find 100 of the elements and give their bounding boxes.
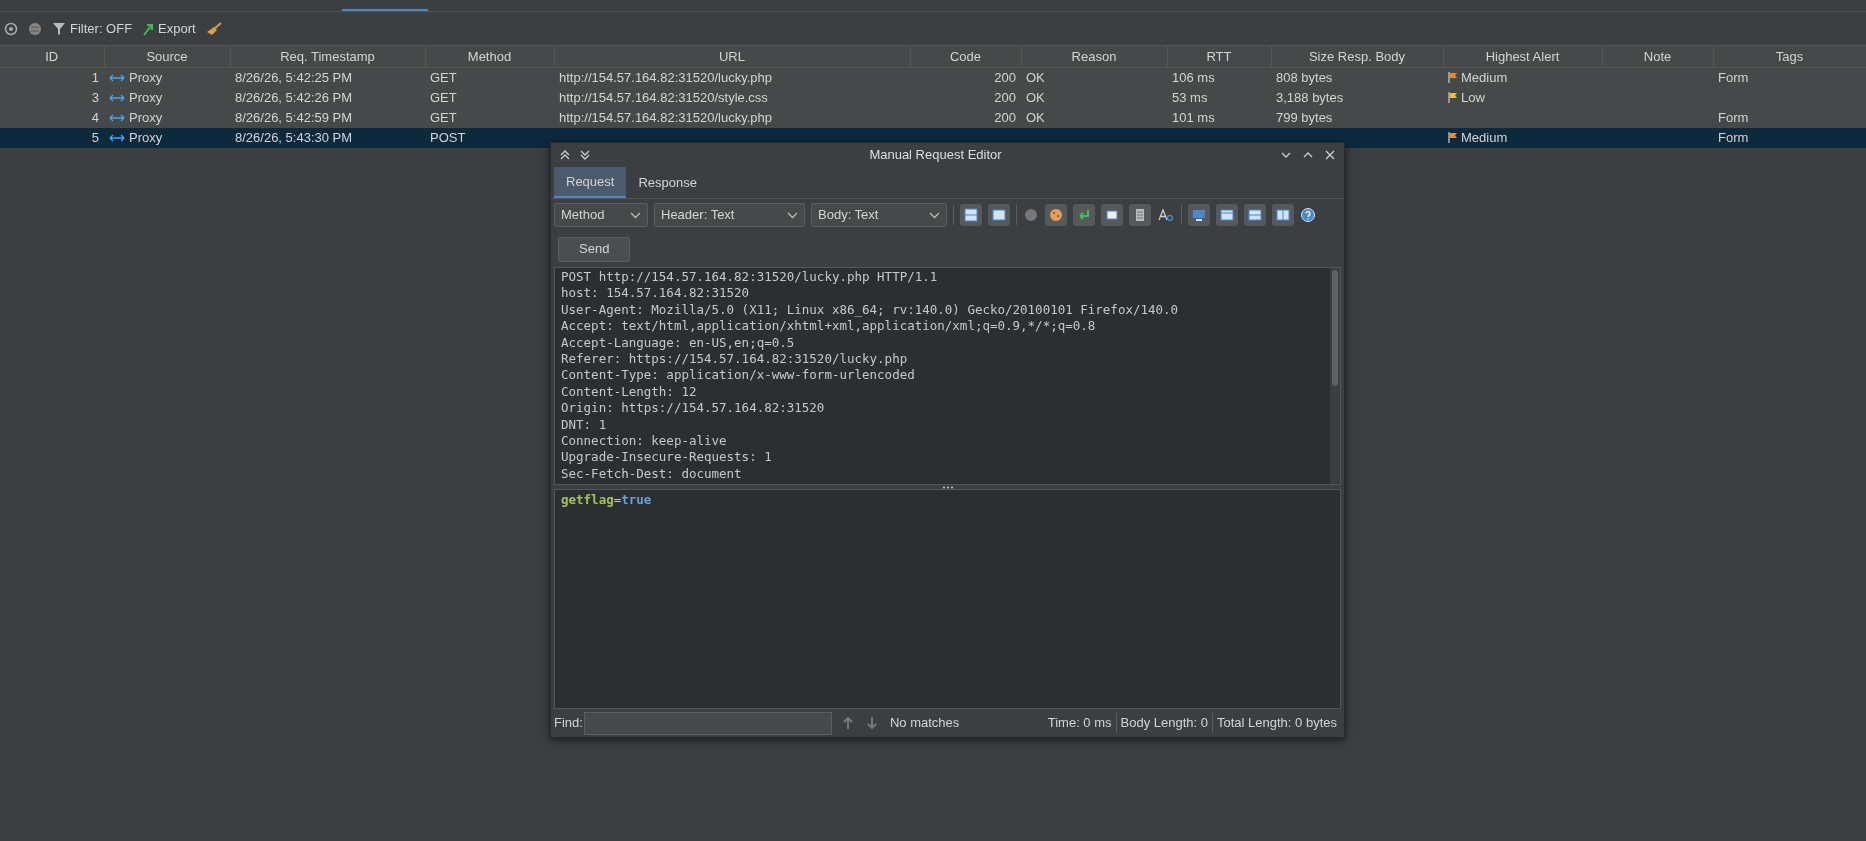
split-vertical-icon[interactable] <box>1272 204 1294 226</box>
dropdown[interactable]: Header: Text <box>654 203 805 227</box>
table-cell: GET <box>430 89 457 105</box>
tab[interactable]: Response <box>626 167 709 198</box>
header-line: Accept: text/html,application/xhtml+xml,application/xml;q=0.9,*/*;q=0.8 <box>561 318 1096 335</box>
table-cell: 8/26/26, 5:42:25 PM <box>235 70 353 85</box>
table-row[interactable]: 1 Proxy 8/26/26, 5:42:25 PM GET http://154.57.164.82:31520/lucky.php 200 OK 106 ms 808 bytes Medium Form <box>0 67 1866 88</box>
header-line: Content-Length: 12 <box>561 383 697 401</box>
table-cell: OK <box>1026 109 1045 125</box>
double-chevron-up-icon[interactable] <box>559 149 571 161</box>
split-horizontal-icon[interactable] <box>1244 204 1266 226</box>
two-way-arrow-icon <box>109 133 125 142</box>
filter-button[interactable]: Filter: OFF <box>52 18 133 39</box>
table-cell: 8/26/26, 5:43:30 PM <box>235 129 353 145</box>
scrollbar-thumb[interactable] <box>1332 270 1338 386</box>
double-chevron-down-icon[interactable] <box>579 149 591 161</box>
table-cell: Form <box>1718 129 1749 145</box>
status-text: Time: 0 ms <box>1046 714 1113 733</box>
table-cell: http://154.57.164.82:31520/lucky.php <box>559 70 772 85</box>
table-row[interactable]: 4 Proxy 8/26/26, 5:42:59 PM GET http://154.57.164.82:31520/lucky.php 200 OK 101 ms 799 bytes Form <box>0 107 1866 128</box>
header-line: Accept-Language: en-US,en;q=0.5 <box>561 334 795 352</box>
panel-icon[interactable] <box>960 204 982 226</box>
table-cell-text: Proxy <box>129 128 163 147</box>
tab[interactable]: Request <box>554 167 627 198</box>
table-cell: 101 ms <box>1172 109 1215 125</box>
column-header[interactable]: Tags <box>1713 45 1866 68</box>
header-line: Connection: keep-alive <box>561 433 727 450</box>
column-header[interactable]: Size Resp. Body <box>1271 45 1443 68</box>
help-icon[interactable] <box>1300 207 1316 223</box>
find-label: Find: <box>554 714 583 733</box>
table-cell-text: Medium <box>1461 69 1508 87</box>
table-cell: 799 bytes <box>1276 109 1333 125</box>
column-header[interactable]: RTT <box>1167 45 1271 68</box>
column-header[interactable]: Highest Alert <box>1443 45 1602 68</box>
broom-icon[interactable] <box>205 21 222 36</box>
close-icon[interactable] <box>1324 149 1336 161</box>
column-header[interactable]: Source <box>104 45 230 68</box>
export-button[interactable]: Export <box>142 18 196 39</box>
header-line: POST http://154.57.164.82:31520/lucky.php HTTP/1.1 <box>561 269 938 286</box>
table-cell: 3 <box>91 89 99 105</box>
export-arrow-icon <box>142 21 155 36</box>
header-line: host: 154.57.164.82:31520 <box>561 285 750 302</box>
monitor-icon[interactable] <box>1188 204 1210 226</box>
document-icon[interactable] <box>1129 204 1151 226</box>
table-cell: 53 ms <box>1172 89 1208 105</box>
header-line: Referer: https://154.57.164.82:31520/lucky.php <box>561 351 908 368</box>
body-line: getflag=true <box>561 491 652 508</box>
column-header[interactable]: Code <box>910 45 1021 68</box>
column-header[interactable]: Req. Timestamp <box>230 45 425 68</box>
table-cell: 8/26/26, 5:42:26 PM <box>235 89 353 105</box>
window-icon[interactable] <box>1216 204 1238 226</box>
table-cell: 808 bytes <box>1276 70 1333 85</box>
send-button[interactable]: Send <box>558 236 631 262</box>
column-header[interactable]: Reason <box>1021 45 1167 68</box>
caret-icon <box>787 211 798 219</box>
table-cell: OK <box>1026 89 1045 105</box>
window-icon[interactable] <box>988 204 1010 226</box>
column-header[interactable]: URL <box>554 45 910 68</box>
two-way-arrow-icon <box>109 93 125 102</box>
table-cell: 5 <box>91 129 99 145</box>
table-cell-text: Proxy <box>129 88 163 107</box>
two-way-arrow-icon <box>109 113 125 122</box>
table-cell: GET <box>430 109 457 125</box>
body-editor[interactable]: getflag=true <box>554 489 1341 709</box>
dropdown[interactable]: Method <box>554 203 648 227</box>
caret-icon <box>929 211 940 219</box>
table-cell: Form <box>1718 70 1749 85</box>
globe-icon[interactable] <box>28 21 42 36</box>
font-icon[interactable] <box>1157 207 1175 223</box>
column-header[interactable]: Note <box>1602 45 1713 68</box>
flag-icon <box>1448 132 1458 143</box>
table-cell: OK <box>1026 70 1045 85</box>
table-cell: http://154.57.164.82:31520/style.css <box>559 89 768 105</box>
table-cell: 3,188 bytes <box>1276 89 1344 105</box>
table-row[interactable]: 3 Proxy 8/26/26, 5:42:26 PM GET http://154.57.164.82:31520/style.css 200 OK 53 ms 3,188 bytes Low <box>0 87 1866 108</box>
column-header[interactable]: Method <box>425 45 554 68</box>
target-icon[interactable] <box>4 21 18 36</box>
table-cell: 1 <box>91 70 99 85</box>
two-way-arrow-icon <box>109 73 125 82</box>
table-cell: 8/26/26, 5:42:59 PM <box>235 109 353 125</box>
header-line: Content-Type: application/x-www-form-urlencoded <box>561 367 915 384</box>
status-text: Total Length: 0 bytes <box>1212 713 1341 733</box>
table-cell: http://154.57.164.82:31520/lucky.php <box>559 109 772 125</box>
find-field[interactable] <box>583 711 832 735</box>
column-header[interactable]: ID <box>0 45 104 68</box>
table-cell: Form <box>1718 109 1749 125</box>
table-cell-text: Proxy <box>129 108 163 127</box>
frame-icon[interactable] <box>1101 204 1123 226</box>
table-cell: 200 <box>994 109 1016 125</box>
splitter-handle-icon[interactable] <box>941 485 954 489</box>
table-cell: 106 ms <box>1172 70 1215 85</box>
header-line: User-Agent: Mozilla/5.0 (X11; Linux x86_64; rv:140.0) Gecko/20100101 Firefox/140.0 <box>561 301 1179 319</box>
header-line: Origin: https://154.57.164.82:31520 <box>561 400 825 417</box>
table-cell: POST <box>430 129 466 145</box>
cookie-icon[interactable] <box>1045 204 1067 226</box>
table-cell: 4 <box>91 109 99 125</box>
dropdown[interactable]: Body: Text <box>811 203 947 227</box>
table-cell: 200 <box>994 89 1016 105</box>
caret-icon <box>630 211 641 219</box>
header-line: DNT: 1 <box>561 416 607 434</box>
